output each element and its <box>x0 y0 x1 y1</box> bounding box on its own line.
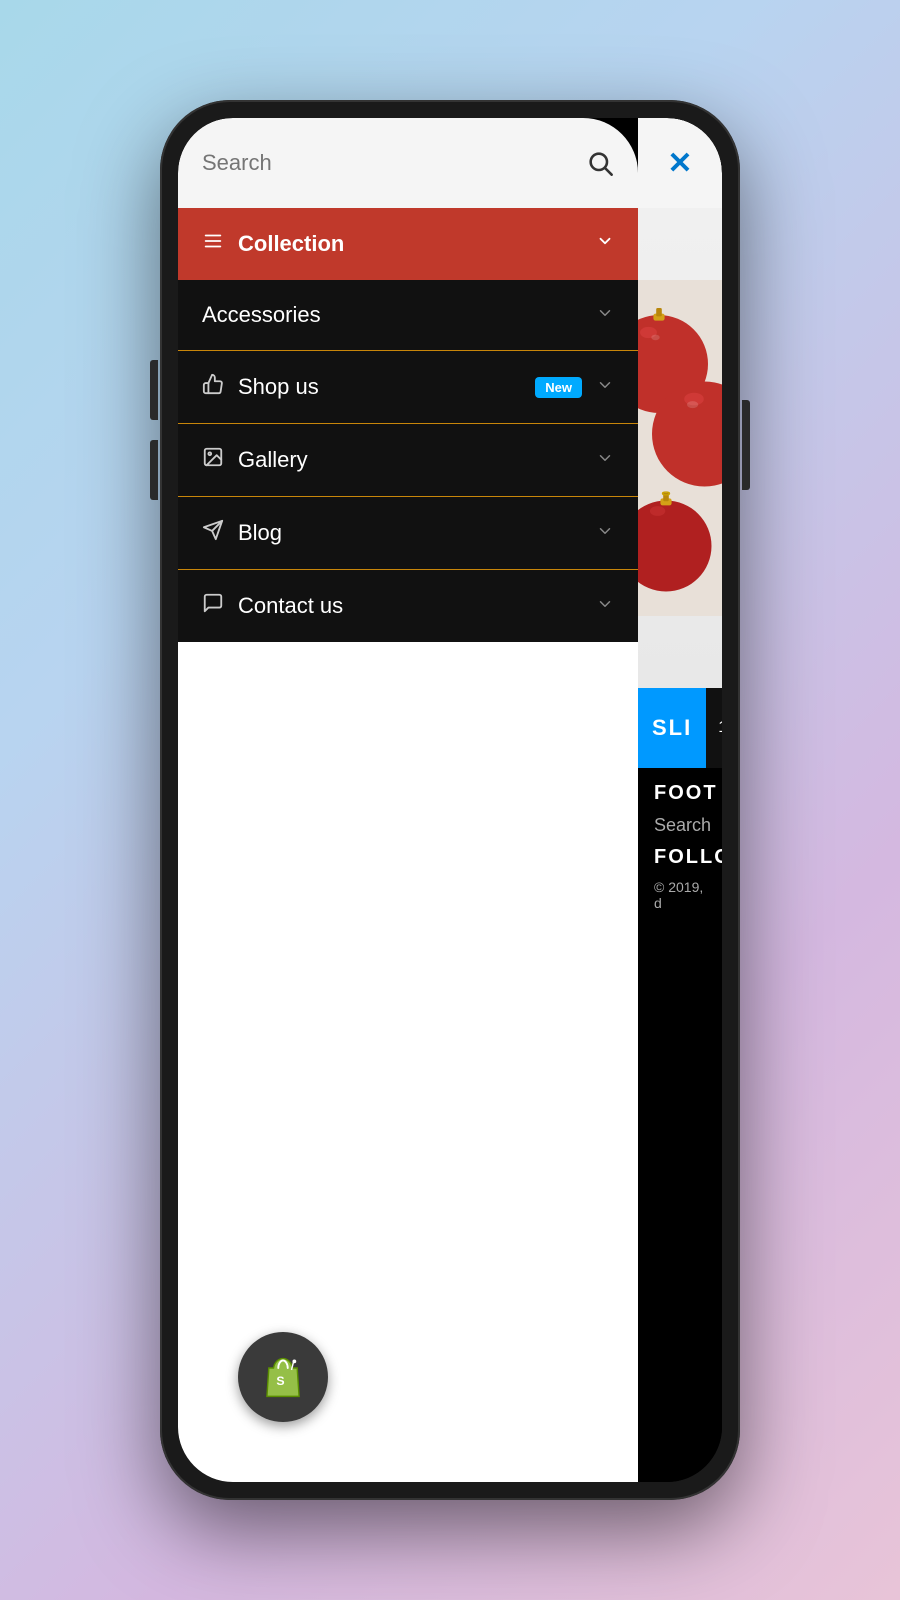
accessories-chevron-icon <box>596 304 614 327</box>
slider-counter: 1/2 <box>706 719 722 737</box>
search-input[interactable] <box>202 150 574 176</box>
close-button[interactable]: ✕ <box>667 146 692 181</box>
collection-label: Collection <box>238 231 582 257</box>
shopus-label: Shop us <box>238 374 515 400</box>
footer-copyright: © 2019, d <box>654 879 706 911</box>
shopus-chevron-icon <box>596 376 614 399</box>
gallery-icon <box>202 446 224 474</box>
footer-area: FOOT Search FOLLO © 2019, d <box>638 768 722 1482</box>
search-input-wrap[interactable] <box>202 150 574 176</box>
christmas-image-area <box>638 208 722 688</box>
power-button[interactable] <box>742 400 750 490</box>
slider-label[interactable]: SLI <box>638 688 706 768</box>
shopus-icon <box>202 373 224 401</box>
collection-icon <box>202 230 224 258</box>
search-bar <box>178 118 638 208</box>
volume-down-button[interactable] <box>150 440 158 500</box>
menu-panel: Collection Accessories <box>178 118 638 1482</box>
contact-label: Contact us <box>238 593 582 619</box>
footer-follow-label: FOLLO <box>654 846 706 869</box>
new-badge: New <box>535 377 582 398</box>
nav-gallery-item[interactable]: Gallery <box>178 424 638 497</box>
blog-icon <box>202 519 224 547</box>
svg-text:S: S <box>276 1374 284 1388</box>
nav-accessories-item[interactable]: Accessories <box>178 280 638 351</box>
close-button-area[interactable]: ✕ <box>638 118 722 208</box>
phone-screen: Collection Accessories <box>178 118 722 1482</box>
footer-title: FOOT <box>654 782 706 805</box>
nav-collection-item[interactable]: Collection <box>178 208 638 280</box>
contact-chevron-icon <box>596 595 614 618</box>
phone-frame: Collection Accessories <box>160 100 740 1500</box>
blog-chevron-icon <box>596 522 614 545</box>
gallery-label: Gallery <box>238 447 582 473</box>
footer-search-label[interactable]: Search <box>654 815 706 836</box>
shopify-button[interactable]: S <box>238 1332 328 1422</box>
collection-chevron-icon <box>596 232 614 256</box>
search-button[interactable] <box>586 149 614 177</box>
contact-icon <box>202 592 224 620</box>
gallery-chevron-icon <box>596 449 614 472</box>
blog-label: Blog <box>238 520 582 546</box>
nav-blog-item[interactable]: Blog <box>178 497 638 570</box>
nav-shopus-item[interactable]: Shop us New <box>178 351 638 424</box>
volume-up-button[interactable] <box>150 360 158 420</box>
nav-contact-item[interactable]: Contact us <box>178 570 638 642</box>
slider-area: SLI 1/2 ‹ <box>638 688 722 768</box>
right-panel: ✕ <box>638 118 722 1482</box>
accessories-label: Accessories <box>202 302 582 328</box>
